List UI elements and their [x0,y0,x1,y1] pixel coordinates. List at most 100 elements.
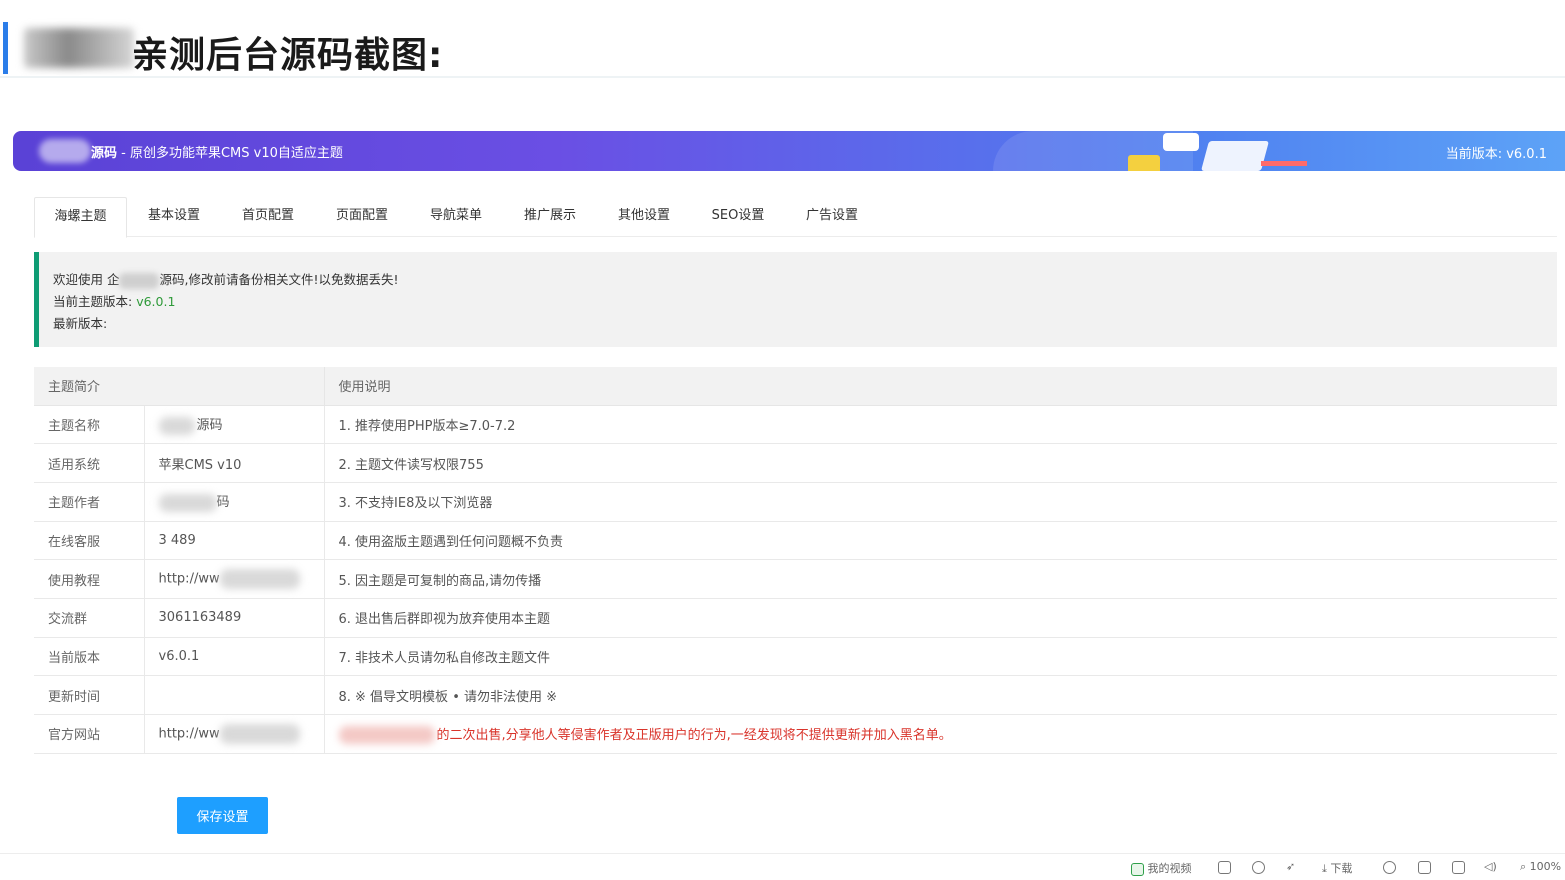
clean-icon[interactable] [1383,860,1396,874]
table-row: 主题名称 源码 1. 推荐使用PHP版本≥7.0-7.2 [34,405,1557,445]
row-note: 1. 推荐使用PHP版本≥7.0-7.2 [324,405,1557,445]
row-value-text: 源码 [196,418,223,434]
row-note-warning: 的二次出售,分享他人等侵害作者及正版用户的行为,一经发现将不提供更新并加入黑名单… [324,714,1557,754]
row-label: 主题作者 [34,482,145,522]
tab-promotion[interactable]: 推广展示 [503,197,597,237]
row-value: http://ww [144,559,325,599]
row-label: 在线客服 [34,521,145,561]
redacted-value [219,723,300,744]
screenshot-icon[interactable] [1218,860,1231,874]
my-video-label: 我的视频 [1147,862,1192,875]
banner-subtitle: - 原创多功能苹果CMS v10自适应主题 [117,146,343,161]
row-note: 4. 使用盗版主题遇到任何问题概不负责 [324,521,1557,561]
speaker-icon[interactable]: ◁) [1484,860,1497,873]
row-value-text: 码 [216,495,230,511]
table-row: 交流群 3061163489 6. 退出售后群即视为放弃使用本主题 [34,598,1557,638]
table-row: 当前版本 v6.0.1 7. 非技术人员请勿私自修改主题文件 [34,637,1557,677]
zoom-icon: ⌕ [1520,860,1527,873]
table-header-usage: 使用说明 [324,367,1557,406]
banner-coffee-icon [1128,155,1160,171]
comment-icon[interactable] [1252,860,1265,874]
current-version-value: v6.0.1 [136,294,176,309]
banner-version: 当前版本: v6.0.1 [1445,147,1547,162]
row-label: 当前版本 [34,637,145,677]
table-row: 官方网站 http://ww 的二次出售,分享他人等侵害作者及正版用户的行为,一… [34,714,1557,754]
row-label: 更新时间 [34,675,145,715]
brand-logo [39,139,91,163]
row-value [144,675,325,715]
table-row: 更新时间 8. ※ 倡导文明模板 • 请勿非法使用 ※ [34,675,1557,715]
notice-welcome-suffix: 源码,修改前请备份相关文件!以免数据丢失! [159,272,399,287]
tab-ad-settings[interactable]: 广告设置 [785,197,879,237]
banner-decoration-line [1261,161,1307,166]
tab-seo-settings[interactable]: SEO设置 [691,197,785,237]
notice-welcome-prefix: 欢迎使用 企 [53,272,120,287]
zoom-level: 100% [1529,860,1562,873]
table-row: 主题作者 码 3. 不支持IE8及以下浏览器 [34,482,1557,522]
page-heading: 亲测后台源码截图: [0,18,1565,80]
banner-brand: 源码 [91,146,118,161]
settings-tabs: 海螺主题 基本设置 首页配置 页面配置 导航菜单 推广展示 其他设置 SEO设置… [34,197,1557,238]
notice-current-version: 当前主题版本: v6.0.1 [53,291,175,310]
tab-theme[interactable]: 海螺主题 [34,197,127,238]
notice-box: 欢迎使用 企 源码,修改前请备份相关文件!以免数据丢失! 当前主题版本: v6.0… [34,252,1557,347]
window-icon[interactable] [1418,860,1431,874]
download-button[interactable]: ⤓ 下载 [1322,860,1352,876]
redacted-value [158,493,217,512]
row-value-text: 3 489 [158,532,196,548]
row-value-text[interactable]: http://ww [159,726,220,741]
tab-nav-menu[interactable]: 导航菜单 [409,197,503,237]
tab-basic-settings[interactable]: 基本设置 [127,197,221,237]
row-note: 6. 退出售后群即视为放弃使用本主题 [324,598,1557,638]
row-value: 3 489 [144,521,325,561]
redacted-warning-prefix [338,726,435,745]
redacted-brand [119,272,160,289]
row-label: 使用教程 [34,559,145,599]
redacted-heading-prefix [24,28,134,68]
heading-divider [0,76,1565,78]
redacted-value [158,416,195,435]
heading-accent-bar [3,22,8,74]
warning-text: 的二次出售,分享他人等侵害作者及正版用户的行为,一经发现将不提供更新并加入黑名单… [436,727,952,743]
save-settings-button[interactable]: 保存设置 [177,797,268,834]
row-value: 3061163489 [144,598,325,638]
row-value: v6.0.1 [144,637,325,677]
row-label: 官方网站 [34,714,145,754]
banner-laptop-icon [1200,141,1270,171]
row-note: 7. 非技术人员请勿私自修改主题文件 [324,637,1557,677]
row-value: 源码 [144,405,325,445]
row-note: 5. 因主题是可复制的商品,请勿传播 [324,559,1557,599]
tab-home-config[interactable]: 首页配置 [221,197,315,237]
current-version-label: 当前主题版本: [53,294,133,309]
row-value-text[interactable]: http://ww [159,572,220,587]
row-value: 码 [144,482,325,522]
page-title: 亲测后台源码截图: [132,35,444,76]
zoom-control[interactable]: ⌕ 100% [1520,860,1561,874]
table-row: 使用教程 http://ww 5. 因主题是可复制的商品,请勿传播 [34,559,1557,599]
tab-page-config[interactable]: 页面配置 [315,197,409,237]
layout-icon[interactable] [1452,860,1465,874]
download-label: 下载 [1330,862,1353,875]
status-bar: 我的视频 ➶ ⤓ 下载 ◁) ⌕ 100% [0,853,1565,880]
admin-banner: 源码 - 原创多功能苹果CMS v10自适应主题 当前版本: v6.0.1 [13,131,1565,171]
tab-other-settings[interactable]: 其他设置 [597,197,691,237]
table-header-intro: 主题简介 [34,367,325,406]
row-note: 8. ※ 倡导文明模板 • 请勿非法使用 ※ [324,675,1557,715]
my-video-button[interactable]: 我的视频 [1131,860,1192,876]
play-icon [1131,862,1144,876]
theme-info-table: 主题简介 使用说明 主题名称 源码 1. 推荐使用PHP版本≥7.0-7.2 适… [34,367,1557,754]
row-label: 交流群 [34,598,145,638]
row-value: 苹果CMS v10 [144,443,325,483]
banner-chat-bubble-icon [1163,133,1199,151]
download-icon: ⤓ [1322,862,1327,875]
row-label: 主题名称 [34,405,145,445]
notice-welcome: 欢迎使用 企 源码,修改前请备份相关文件!以免数据丢失! [53,269,398,289]
banner-title: 源码 - 原创多功能苹果CMS v10自适应主题 [91,142,343,161]
row-note: 2. 主题文件读写权限755 [324,443,1557,483]
row-note: 3. 不支持IE8及以下浏览器 [324,482,1557,522]
row-label: 适用系统 [34,443,145,483]
table-row: 适用系统 苹果CMS v10 2. 主题文件读写权限755 [34,443,1557,483]
redacted-value [219,569,300,590]
table-row: 在线客服 3 489 4. 使用盗版主题遇到任何问题概不负责 [34,521,1557,561]
rocket-icon[interactable]: ➶ [1286,860,1295,873]
